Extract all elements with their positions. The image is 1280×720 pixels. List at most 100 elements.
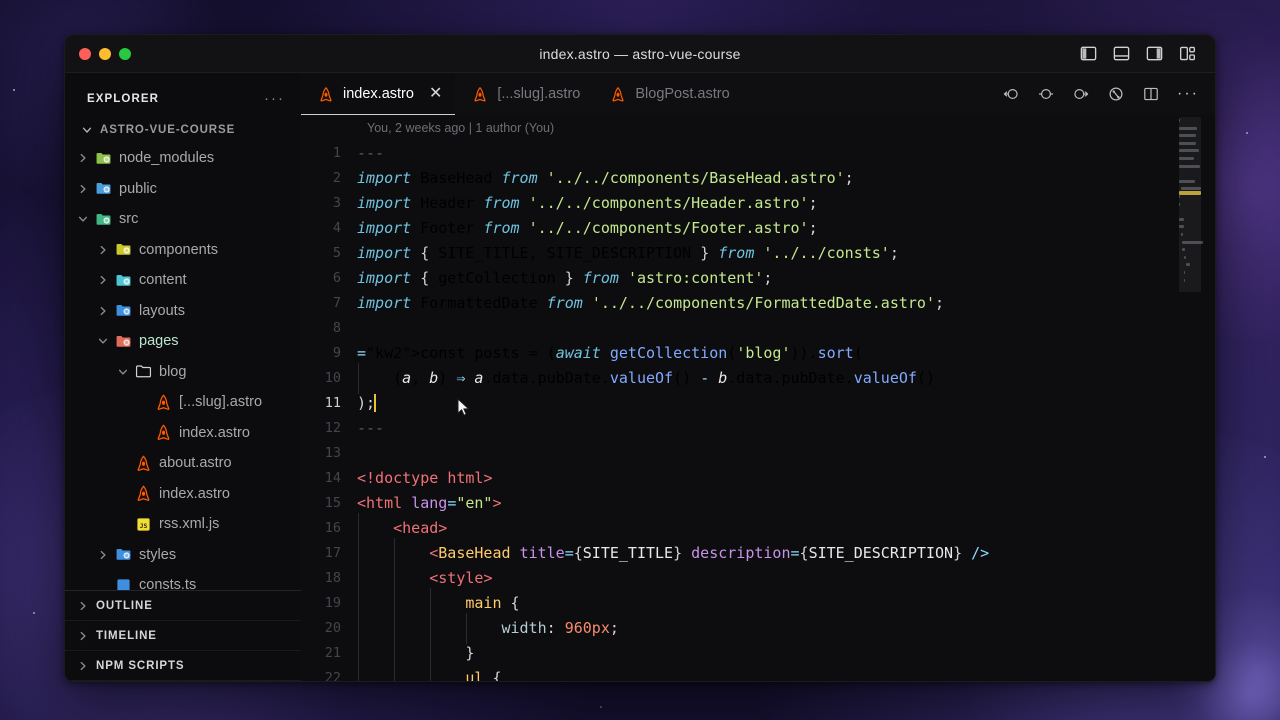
toggle-primary-sidebar-icon[interactable]: [1079, 44, 1098, 63]
tree-folder-content[interactable]: content: [65, 265, 301, 296]
tree-item-label: pages: [139, 333, 179, 350]
astro-file-icon: [157, 394, 170, 410]
code-line: 10 (a, b) ⇒ a.data.pubDate.valueOf() - b…: [301, 363, 1215, 394]
tree-folder-public[interactable]: public: [65, 174, 301, 205]
editor-tab-index.astro[interactable]: index.astro ✕: [301, 73, 456, 115]
tree-file-about.astro[interactable]: about.astro: [65, 448, 301, 479]
tree-item-label: rss.xml.js: [159, 516, 220, 533]
explorer-header: EXPLORER ···: [65, 81, 301, 117]
code-line: 1 ---: [301, 141, 1215, 166]
toggle-panel-icon[interactable]: [1112, 44, 1131, 63]
tree-folder-node_modules[interactable]: node_modules: [65, 143, 301, 174]
code-line-content: import FormattedDate from '../../compone…: [357, 294, 945, 312]
minimap-slider[interactable]: [1179, 117, 1201, 292]
folder-layouts-icon: [116, 305, 131, 316]
close-window-button[interactable]: [79, 47, 91, 60]
astro-file-icon: [157, 424, 170, 441]
tree-twisty[interactable]: [95, 305, 111, 317]
workspace-root-row[interactable]: ASTRO-VUE-COURSE: [65, 117, 301, 143]
tree-item-label: styles: [139, 546, 177, 563]
tree-twisty[interactable]: [95, 335, 111, 347]
panel-outline[interactable]: OUTLINE: [65, 591, 301, 621]
code-line-content: import Header from '../../components/Hea…: [357, 194, 818, 212]
code-editor[interactable]: You, 2 weeks ago | 1 author (You) 1 --- 2 i…: [301, 115, 1215, 681]
panel-npm-scripts[interactable]: NPM SCRIPTS: [65, 651, 301, 681]
minimize-window-button[interactable]: [99, 47, 111, 60]
tree-folder-blog[interactable]: blog: [65, 357, 301, 388]
workspace-root-name: ASTRO-VUE-COURSE: [100, 124, 236, 136]
tree-twisty[interactable]: [95, 274, 111, 286]
tree-item-label: components: [139, 241, 218, 258]
explorer-more-actions-icon[interactable]: ···: [264, 91, 285, 106]
line-number: 22: [324, 670, 341, 681]
tree-folder-components[interactable]: components: [65, 235, 301, 266]
mouse-cursor: [457, 398, 470, 416]
window-body: EXPLORER ··· ASTRO-VUE-COURSE node_modul…: [65, 73, 1215, 681]
split-editor-icon[interactable]: [1142, 85, 1160, 103]
line-number: 3: [332, 195, 341, 211]
line-number: 12: [324, 420, 341, 436]
tree-file-...slug.astro[interactable]: [...slug].astro: [65, 387, 301, 418]
maximize-window-button[interactable]: [119, 47, 131, 60]
code-line-content: width: 960px;: [357, 613, 1215, 644]
toggle-secondary-sidebar-icon[interactable]: [1145, 44, 1164, 63]
vertical-scrollbar[interactable]: [1209, 115, 1215, 681]
tree-twisty[interactable]: [95, 549, 111, 561]
desktop: index.astro — astro-vue-course EXPLORER …: [0, 0, 1280, 720]
tree-twisty[interactable]: [115, 366, 131, 378]
editor-tab-label: [...slug].astro: [497, 86, 581, 102]
code-line: 17 <BaseHead title={SITE_TITLE} descript…: [301, 538, 1215, 569]
editor-more-actions-icon[interactable]: ···: [1177, 86, 1199, 102]
code-line: 3 import Header from '../../components/He…: [301, 191, 1215, 216]
tree-twisty[interactable]: [95, 244, 111, 256]
tree-item-label: src: [119, 211, 139, 228]
tree-folder-layouts[interactable]: layouts: [65, 296, 301, 327]
wallpaper-star: [33, 612, 35, 614]
line-number: 18: [324, 570, 341, 586]
editor-tab-label: BlogPost.astro: [635, 86, 730, 102]
folder-src-icon: [96, 213, 111, 225]
go-forward-icon[interactable]: [1072, 85, 1090, 103]
tree-folder-src[interactable]: src: [65, 204, 301, 235]
panel-timeline[interactable]: TIMELINE: [65, 621, 301, 651]
chevron-right-icon: [80, 154, 86, 163]
line-number: 14: [324, 470, 341, 486]
line-number: 19: [324, 595, 341, 611]
tree-folder-styles[interactable]: styles: [65, 540, 301, 571]
astro-file-icon: [612, 86, 624, 102]
code-line: 12 ---: [301, 416, 1215, 441]
tree-folder-pages[interactable]: pages: [65, 326, 301, 357]
customize-layout-icon[interactable]: [1178, 44, 1197, 63]
tree-file-consts.ts[interactable]: consts.ts: [65, 570, 301, 590]
chevron-down-icon: [78, 216, 88, 222]
tree-twisty[interactable]: [75, 183, 91, 195]
tree-twisty[interactable]: [75, 213, 91, 225]
tree-item-label: content: [139, 272, 187, 289]
editor-tab-...slug.astro[interactable]: [...slug].astro: [455, 73, 593, 115]
text-caret: [374, 394, 376, 412]
chevron-right-icon: [80, 601, 86, 610]
tree-file-index.astro[interactable]: index.astro: [65, 479, 301, 510]
go-back-icon[interactable]: [1002, 85, 1020, 103]
chevron-right-icon: [80, 631, 86, 640]
source-control-graph-icon[interactable]: [1107, 85, 1125, 103]
editor-tab-close-icon[interactable]: ✕: [429, 86, 442, 102]
explorer-sidebar: EXPLORER ··· ASTRO-VUE-COURSE node_modul…: [65, 73, 301, 681]
ts-file-icon: [117, 579, 130, 590]
line-number: 10: [324, 370, 341, 386]
line-number: 5: [332, 245, 341, 261]
code-line: 14 <!doctype html>: [301, 466, 1215, 491]
line-number: 9: [332, 345, 341, 361]
wallpaper-star: [600, 706, 602, 708]
tree-item-label: about.astro: [159, 455, 232, 472]
tree-file-index.astro[interactable]: index.astro: [65, 418, 301, 449]
tree-twisty[interactable]: [75, 152, 91, 164]
editor-tab-blogpost.astro[interactable]: BlogPost.astro: [593, 73, 742, 115]
folder-public-icon: [96, 183, 111, 194]
git-blame-annotation: You, 2 weeks ago | 1 author (You): [367, 121, 555, 135]
tree-item-label: index.astro: [159, 485, 230, 502]
tree-file-rss.xml.js[interactable]: JS rss.xml.js: [65, 509, 301, 540]
editor-tab-bar: index.astro ✕ [...slug].astro BlogPost.astr…: [301, 73, 1215, 115]
tree-item-label: consts.ts: [139, 577, 197, 590]
circle-icon[interactable]: [1037, 85, 1055, 103]
